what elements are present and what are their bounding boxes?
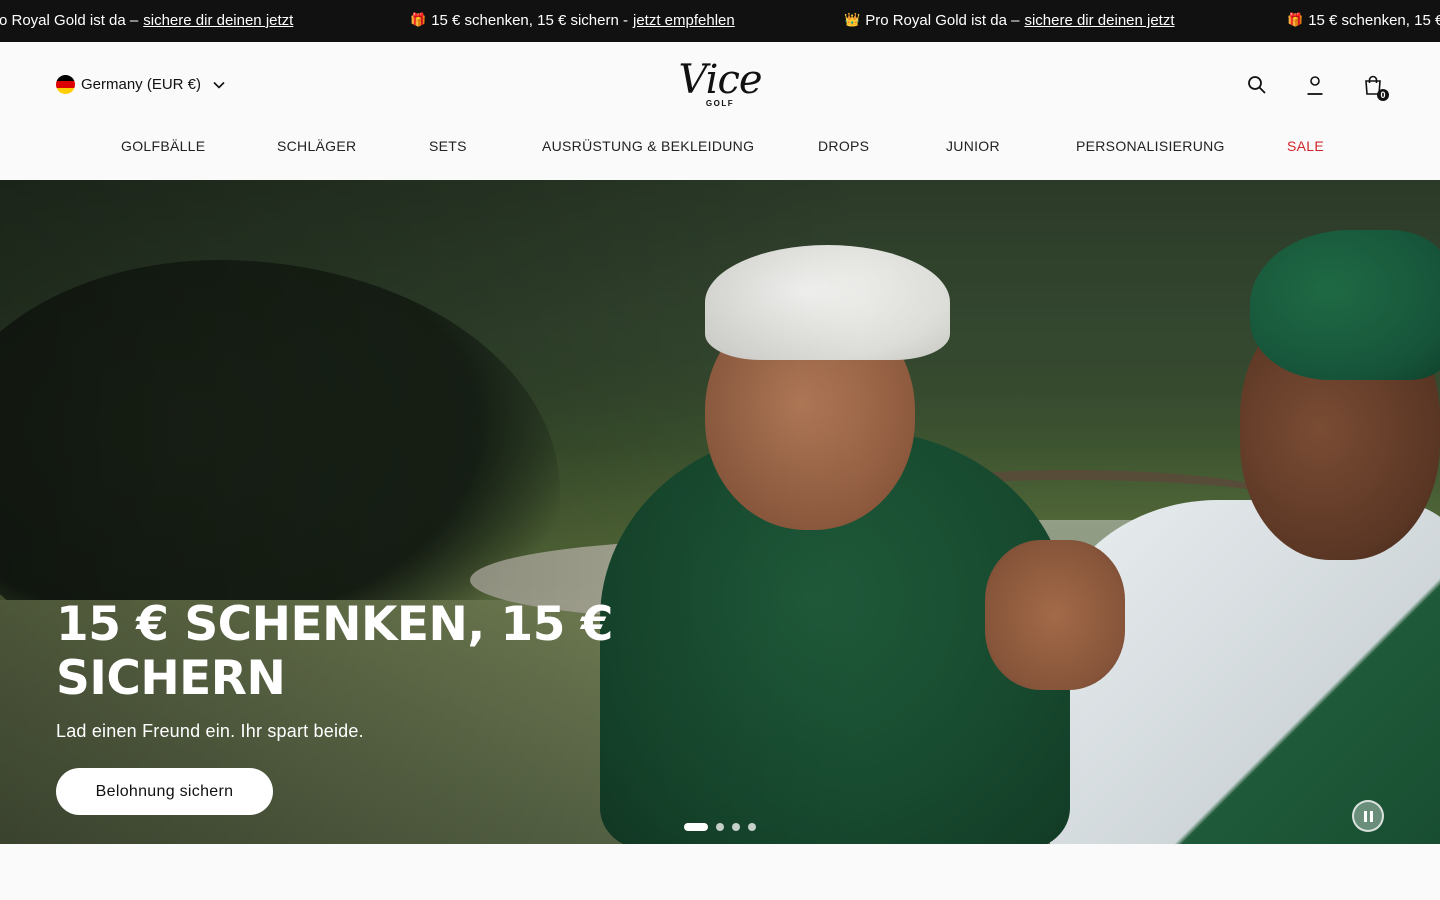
announcement-link[interactable]: sichere dir deinen jetzt bbox=[143, 12, 293, 29]
search-button[interactable] bbox=[1246, 74, 1268, 96]
nav-item-sets[interactable]: SETS bbox=[429, 138, 467, 154]
nav-item-junior[interactable]: JUNIOR bbox=[946, 138, 1000, 154]
gift-icon: 🎁 bbox=[1287, 13, 1304, 28]
main-nav: GOLFBÄLLE SCHLÄGER SETS AUSRÜSTUNG & BEK… bbox=[0, 138, 1440, 160]
locale-label: Germany (EUR €) bbox=[81, 76, 202, 93]
nav-item-personalisierung[interactable]: PERSONALISIERUNG bbox=[1076, 138, 1225, 154]
header-icons: 0 bbox=[1246, 74, 1389, 101]
nav-item-sale[interactable]: SALE bbox=[1287, 138, 1324, 154]
nav-item-schlaeger[interactable]: SCHLÄGER bbox=[277, 138, 356, 154]
announcement-item: 🎁 15 € schenken, 15 € bbox=[1287, 12, 1440, 29]
logo-subtext: GOLF bbox=[705, 99, 735, 108]
announcement-text: ro Royal Gold ist da – bbox=[0, 12, 139, 29]
crown-icon: 👑 bbox=[844, 13, 861, 28]
slide-indicator bbox=[684, 823, 756, 831]
locale-selector[interactable]: Germany (EUR €) bbox=[56, 75, 225, 94]
cart-button[interactable]: 0 bbox=[1362, 74, 1389, 101]
slide-dot-1[interactable] bbox=[684, 823, 708, 831]
germany-flag-icon bbox=[56, 75, 75, 94]
hero-content: 15 € SCHENKEN, 15 € SICHERN Lad einen Fr… bbox=[56, 598, 676, 815]
slide-dot-2[interactable] bbox=[716, 823, 724, 831]
account-button[interactable] bbox=[1304, 74, 1326, 96]
slide-dot-3[interactable] bbox=[732, 823, 740, 831]
cart-count-badge: 0 bbox=[1377, 89, 1389, 101]
gift-icon: 🎁 bbox=[410, 13, 427, 28]
announcement-item: 👑 Pro Royal Gold ist da – sichere dir de… bbox=[844, 12, 1175, 29]
hero-cta-button[interactable]: Belohnung sichern bbox=[56, 768, 273, 815]
pause-button[interactable] bbox=[1352, 800, 1384, 832]
announcement-bar: ro Royal Gold ist da – sichere dir deine… bbox=[0, 0, 1440, 42]
announcement-text: 15 € schenken, 15 € bbox=[1308, 12, 1440, 29]
announcement-text: 15 € schenken, 15 € sichern - bbox=[431, 12, 628, 29]
logo-wordmark: Vice bbox=[678, 57, 762, 103]
nav-item-ausruestung-bekleidung[interactable]: AUSRÜSTUNG & BEKLEIDUNG bbox=[542, 138, 754, 154]
account-icon bbox=[1307, 76, 1323, 95]
search-icon bbox=[1248, 76, 1266, 94]
pause-icon bbox=[1363, 810, 1367, 822]
announcement-item: ro Royal Gold ist da – sichere dir deine… bbox=[0, 12, 293, 29]
vice-golf-logo[interactable]: Vice GOLF bbox=[678, 57, 762, 112]
nav-item-golfbaelle[interactable]: GOLFBÄLLE bbox=[121, 138, 205, 154]
chevron-down-icon bbox=[213, 81, 225, 89]
announcement-link[interactable]: sichere dir deinen jetzt bbox=[1024, 12, 1174, 29]
announcement-item: 🎁 15 € schenken, 15 € sichern - jetzt em… bbox=[410, 12, 735, 29]
announcement-text: Pro Royal Gold ist da – bbox=[865, 12, 1020, 29]
nav-item-drops[interactable]: DROPS bbox=[818, 138, 869, 154]
slide-dot-4[interactable] bbox=[748, 823, 756, 831]
hero-title: 15 € SCHENKEN, 15 € SICHERN bbox=[56, 597, 614, 706]
hero-banner: 15 € SCHENKEN, 15 € SICHERN Lad einen Fr… bbox=[0, 180, 1440, 844]
hero-subtitle: Lad einen Freund ein. Ihr spart beide. bbox=[56, 721, 364, 741]
announcement-link[interactable]: jetzt empfehlen bbox=[633, 12, 735, 29]
site-header: Germany (EUR €) Vice GOLF 0 GOLFBÄLLE SC… bbox=[0, 42, 1440, 180]
